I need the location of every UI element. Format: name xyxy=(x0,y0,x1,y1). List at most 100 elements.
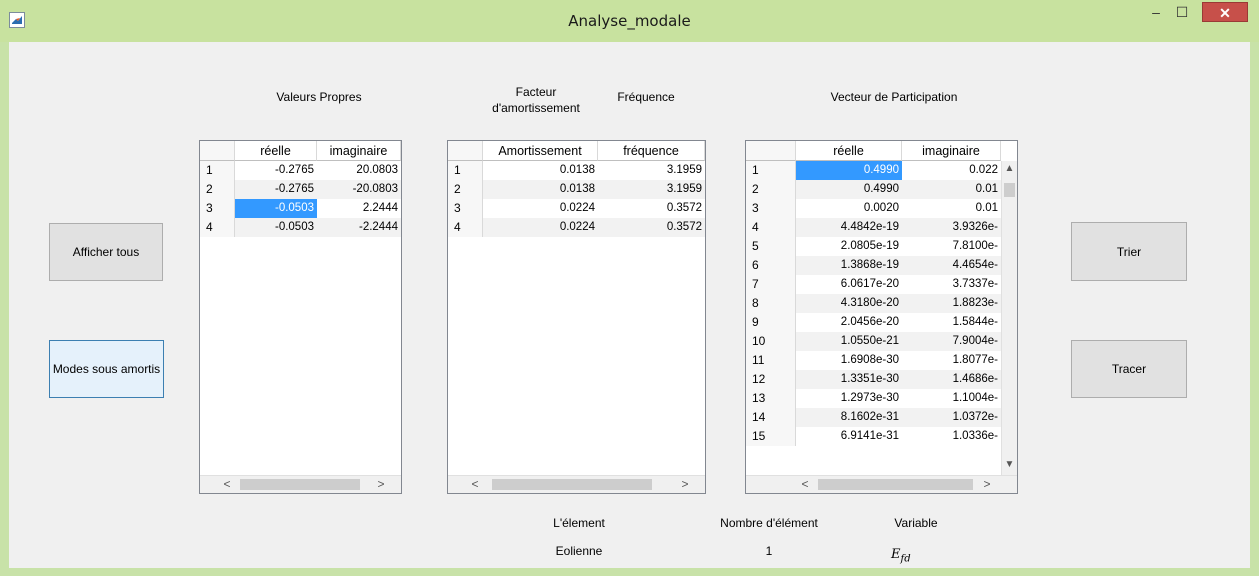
table-row[interactable]: 15 6.9141e-31 1.0336e- xyxy=(746,427,1001,446)
row-number[interactable]: 3 xyxy=(200,199,235,218)
table-row[interactable]: 12 1.3351e-30 1.4686e- xyxy=(746,370,1001,389)
table-cell-re[interactable]: 1.2973e-30 xyxy=(796,389,902,408)
modes-sous-amortis-button[interactable]: Modes sous amortis xyxy=(49,340,164,398)
table-cell-re[interactable]: 1.3351e-30 xyxy=(796,370,902,389)
table-cell-re[interactable]: 1.0550e-21 xyxy=(796,332,902,351)
scroll-left-icon[interactable]: < xyxy=(466,476,484,493)
row-number[interactable]: 1 xyxy=(746,161,796,180)
row-number[interactable]: 4 xyxy=(448,218,483,237)
table-row[interactable]: 10 1.0550e-21 7.9004e- xyxy=(746,332,1001,351)
table-cell-im[interactable]: 20.0803 xyxy=(317,161,401,180)
table-cell-re[interactable]: -0.2765 xyxy=(235,161,317,180)
row-number[interactable]: 10 xyxy=(746,332,796,351)
scroll-up-icon[interactable]: ▲ xyxy=(1002,161,1017,177)
table-cell-re[interactable]: 4.4842e-19 xyxy=(796,218,902,237)
table-row[interactable]: 9 2.0456e-20 1.5844e- xyxy=(746,313,1001,332)
table-row[interactable]: 11 1.6908e-30 1.8077e- xyxy=(746,351,1001,370)
table-row[interactable]: 1 -0.2765 20.0803 xyxy=(200,161,401,180)
table-cell-re[interactable]: 2.0805e-19 xyxy=(796,237,902,256)
row-number[interactable]: 9 xyxy=(746,313,796,332)
table-cell-im[interactable]: 1.8823e- xyxy=(902,294,1001,313)
table-cell-im[interactable]: 1.5844e- xyxy=(902,313,1001,332)
table-cell-im[interactable]: 3.9326e- xyxy=(902,218,1001,237)
table-cell-re[interactable]: 6.9141e-31 xyxy=(796,427,902,446)
table-cell-im[interactable]: -20.0803 xyxy=(317,180,401,199)
horizontal-scrollbar[interactable]: < > xyxy=(448,475,705,493)
table-cell-a[interactable]: 0.0138 xyxy=(483,161,598,180)
table-cell-im[interactable]: 1.0336e- xyxy=(902,427,1001,446)
scroll-right-icon[interactable]: > xyxy=(978,476,996,493)
horizontal-scrollbar[interactable]: < > xyxy=(200,475,401,493)
table-cell-f[interactable]: 0.3572 xyxy=(598,199,705,218)
table-cell-im[interactable]: 7.8100e- xyxy=(902,237,1001,256)
table-cell-a[interactable]: 0.0224 xyxy=(483,199,598,218)
table-cell-im[interactable]: 4.4654e- xyxy=(902,256,1001,275)
table-row[interactable]: 3 -0.0503 2.2444 xyxy=(200,199,401,218)
column-header-amortissement[interactable]: Amortissement xyxy=(483,141,598,161)
table-row[interactable]: 4 4.4842e-19 3.9326e- xyxy=(746,218,1001,237)
table-row[interactable]: 4 -0.0503 -2.2444 xyxy=(200,218,401,237)
vertical-scrollbar[interactable]: ▲ ▼ xyxy=(1001,161,1017,475)
table-row[interactable]: 5 2.0805e-19 7.8100e- xyxy=(746,237,1001,256)
table-row[interactable]: 14 8.1602e-31 1.0372e- xyxy=(746,408,1001,427)
table-cell-re[interactable]: 0.4990 xyxy=(796,161,902,180)
table-cell-re[interactable]: -0.2765 xyxy=(235,180,317,199)
scroll-right-icon[interactable]: > xyxy=(676,476,694,493)
maximize-button[interactable]: ☐ xyxy=(1169,2,1195,22)
table-cell-im[interactable]: 0.01 xyxy=(902,199,1001,218)
table-row[interactable]: 1 0.0138 3.1959 xyxy=(448,161,705,180)
table-cell-re[interactable]: 0.0020 xyxy=(796,199,902,218)
scroll-right-icon[interactable]: > xyxy=(372,476,390,493)
table-cell-a[interactable]: 0.0138 xyxy=(483,180,598,199)
table-cell-re[interactable]: 6.0617e-20 xyxy=(796,275,902,294)
table-cell-re[interactable]: -0.0503 xyxy=(235,199,317,218)
table-cell-im[interactable]: 1.1004e- xyxy=(902,389,1001,408)
table-cell-im[interactable]: 0.01 xyxy=(902,180,1001,199)
row-number[interactable]: 12 xyxy=(746,370,796,389)
row-number[interactable]: 13 xyxy=(746,389,796,408)
trier-button[interactable]: Trier xyxy=(1071,222,1187,281)
column-header-imaginaire[interactable]: imaginaire xyxy=(902,141,1001,161)
row-number[interactable]: 7 xyxy=(746,275,796,294)
table-cell-re[interactable]: 1.6908e-30 xyxy=(796,351,902,370)
column-header-frequence[interactable]: fréquence xyxy=(598,141,705,161)
column-header-reelle[interactable]: réelle xyxy=(796,141,902,161)
table-cell-im[interactable]: 2.2444 xyxy=(317,199,401,218)
damping-frequency-table[interactable]: Amortissement fréquence 1 0.0138 3.1959 2 0.… xyxy=(447,140,706,494)
table-row[interactable]: 13 1.2973e-30 1.1004e- xyxy=(746,389,1001,408)
column-header-reelle[interactable]: réelle xyxy=(235,141,317,161)
table-cell-im[interactable]: 1.8077e- xyxy=(902,351,1001,370)
table-row[interactable]: 4 0.0224 0.3572 xyxy=(448,218,705,237)
scroll-thumb[interactable] xyxy=(1004,183,1015,197)
table-cell-re[interactable]: 0.4990 xyxy=(796,180,902,199)
table-cell-re[interactable]: 2.0456e-20 xyxy=(796,313,902,332)
table-row[interactable]: 6 1.3868e-19 4.4654e- xyxy=(746,256,1001,275)
afficher-tous-button[interactable]: Afficher tous xyxy=(49,223,163,281)
row-number[interactable]: 8 xyxy=(746,294,796,313)
table-cell-re[interactable]: 8.1602e-31 xyxy=(796,408,902,427)
participation-vector-table[interactable]: réelle imaginaire 1 0.4990 0.022 2 0.4990 0.0… xyxy=(745,140,1018,494)
horizontal-scrollbar[interactable]: < > xyxy=(746,475,1017,493)
title-bar[interactable]: Analyse_modale – ☐ ✕ xyxy=(0,0,1259,42)
table-cell-im[interactable]: 1.4686e- xyxy=(902,370,1001,389)
row-number[interactable]: 6 xyxy=(746,256,796,275)
table-row[interactable]: 2 0.4990 0.01 xyxy=(746,180,1001,199)
row-number[interactable]: 3 xyxy=(746,199,796,218)
scroll-thumb[interactable] xyxy=(818,479,973,490)
scroll-thumb[interactable] xyxy=(492,479,652,490)
scroll-thumb[interactable] xyxy=(240,479,360,490)
tracer-button[interactable]: Tracer xyxy=(1071,340,1187,398)
table-cell-a[interactable]: 0.0224 xyxy=(483,218,598,237)
table-row[interactable]: 8 4.3180e-20 1.8823e- xyxy=(746,294,1001,313)
row-number[interactable]: 2 xyxy=(200,180,235,199)
column-header-imaginaire[interactable]: imaginaire xyxy=(317,141,401,161)
table-cell-im[interactable]: -2.2444 xyxy=(317,218,401,237)
table-row[interactable]: 7 6.0617e-20 3.7337e- xyxy=(746,275,1001,294)
table-cell-im[interactable]: 3.7337e- xyxy=(902,275,1001,294)
scroll-left-icon[interactable]: < xyxy=(796,476,814,493)
row-number[interactable]: 14 xyxy=(746,408,796,427)
table-row[interactable]: 1 0.4990 0.022 xyxy=(746,161,1001,180)
row-number[interactable]: 1 xyxy=(200,161,235,180)
row-number[interactable]: 3 xyxy=(448,199,483,218)
table-cell-f[interactable]: 0.3572 xyxy=(598,218,705,237)
